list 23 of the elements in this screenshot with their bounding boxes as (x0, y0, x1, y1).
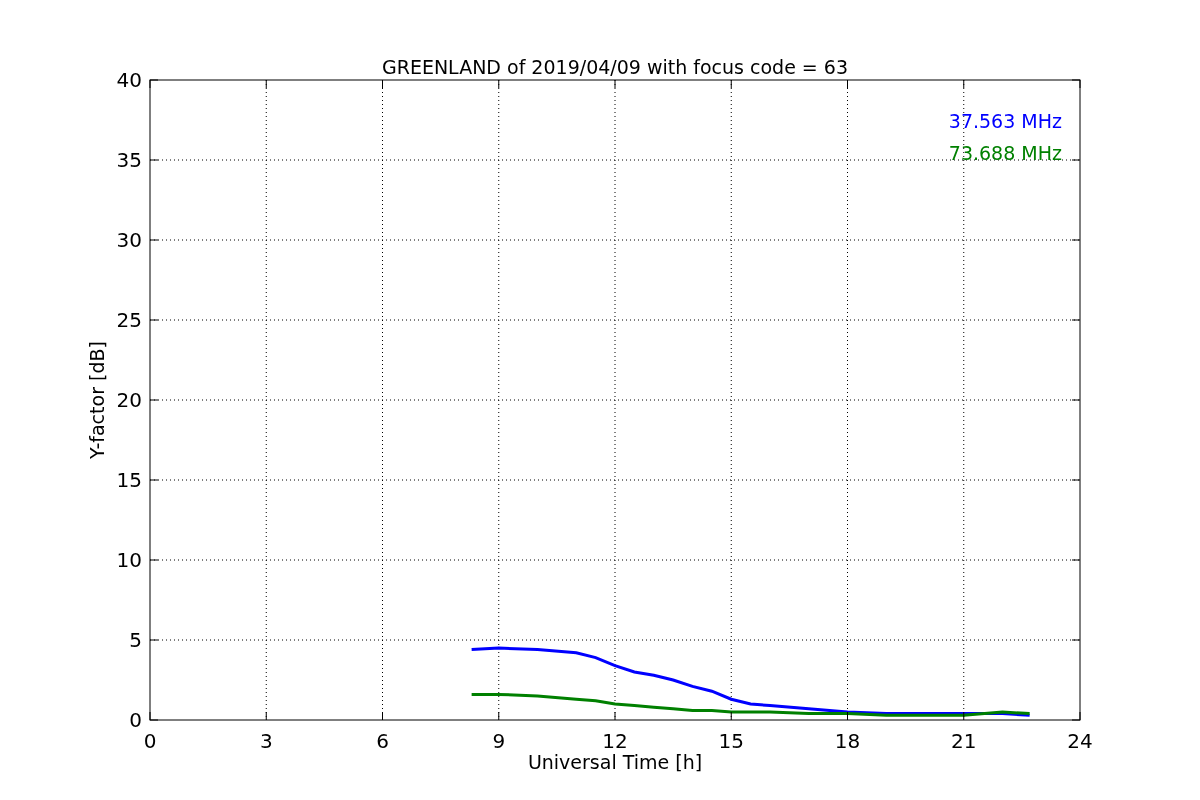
chart-title: GREENLAND of 2019/04/09 with focus code = 63 (382, 56, 848, 78)
y-tick-label: 35 (116, 148, 142, 172)
y-tick-label: 20 (116, 388, 142, 412)
y-tick-label: 5 (129, 628, 142, 652)
x-tick-label: 15 (718, 729, 744, 753)
x-tick-label: 6 (376, 729, 389, 753)
y-tick-label: 0 (129, 708, 142, 732)
x-tick-label: 18 (834, 729, 861, 753)
y-axis-label: Y-factor [dB] (86, 341, 108, 459)
y-tick-label: 25 (116, 308, 142, 332)
x-axis-label: Universal Time [h] (527, 751, 703, 773)
x-tick-label: 12 (602, 729, 628, 753)
x-tick-label: 0 (143, 729, 157, 753)
x-tick-label: 21 (951, 729, 977, 753)
y-tick-label: 10 (116, 548, 142, 572)
legend-label: 37.563 MHz (948, 110, 1062, 132)
y-tick-label: 30 (116, 228, 142, 252)
x-tick-label: 24 (1067, 729, 1093, 753)
legend-label: 73.688 MHz (948, 142, 1062, 164)
x-tick-label: 9 (492, 729, 506, 753)
x-tick-label: 3 (259, 729, 273, 753)
y-tick-label: 40 (116, 68, 142, 92)
y-tick-label: 15 (116, 468, 142, 492)
